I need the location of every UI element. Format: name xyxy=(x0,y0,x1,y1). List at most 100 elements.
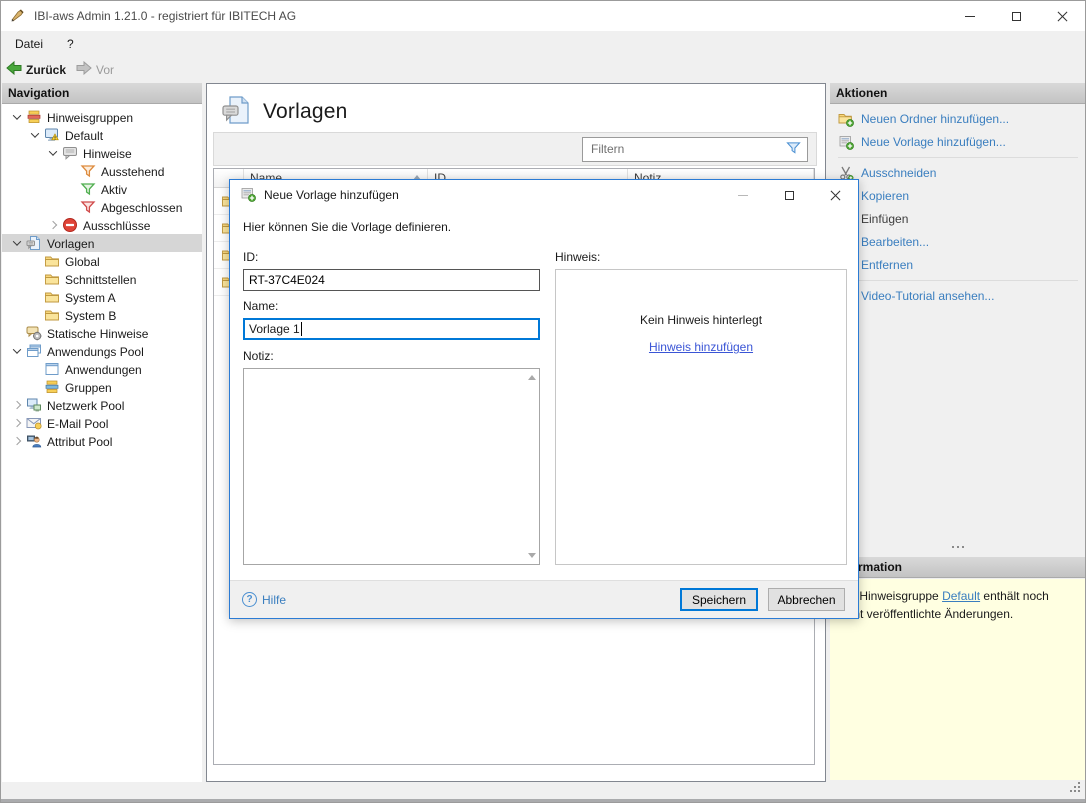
scroll-up-icon[interactable] xyxy=(528,375,536,380)
default-group-link[interactable]: Default xyxy=(942,589,980,603)
funnel-red-icon xyxy=(80,199,96,215)
id-input[interactable] xyxy=(243,269,540,291)
nav-item-ausstehend[interactable]: Ausstehend xyxy=(2,162,202,180)
dialog-maximize-button[interactable] xyxy=(766,180,812,210)
nav-item-hinweisgruppen[interactable]: Hinweisgruppen xyxy=(2,108,202,126)
window-title: IBI-aws Admin 1.21.0 - registriert für I… xyxy=(34,9,296,23)
nav-item-netzwerk-pool[interactable]: Netzwerk Pool xyxy=(2,396,202,414)
navigation-panel: Navigation Hinweisgruppen Default Hinwei… xyxy=(2,83,202,782)
speech-bubble-icon xyxy=(62,145,78,161)
chevron-right-icon[interactable] xyxy=(8,438,26,444)
nav-item-aktiv[interactable]: Aktiv xyxy=(2,180,202,198)
chevron-down-icon[interactable] xyxy=(8,348,26,354)
back-button[interactable]: Zurück xyxy=(1,59,71,80)
information-header: Information xyxy=(830,557,1086,578)
chevron-right-icon[interactable] xyxy=(8,402,26,408)
dialog-close-button[interactable] xyxy=(812,180,858,210)
windows-two-icon xyxy=(26,343,42,359)
filter-input[interactable] xyxy=(583,142,786,156)
window-one-icon xyxy=(44,361,60,377)
nav-item-schnittstellen[interactable]: Schnittstellen xyxy=(2,270,202,288)
dialog-title-bar[interactable]: Neue Vorlage hinzufügen xyxy=(230,180,858,210)
scroll-down-icon[interactable] xyxy=(528,553,536,558)
minus-circle-icon xyxy=(62,217,78,233)
nav-item-vorlagen[interactable]: Vorlagen xyxy=(2,234,202,252)
vorlagen-page-icon xyxy=(221,94,253,129)
template-add-icon xyxy=(240,186,256,205)
action-copy[interactable]: Kopieren xyxy=(830,184,1086,207)
nav-item-anwendungs-pool[interactable]: Anwendungs Pool xyxy=(2,342,202,360)
help-link[interactable]: ? Hilfe xyxy=(242,592,286,607)
nav-item-abgeschlossen[interactable]: Abgeschlossen xyxy=(2,198,202,216)
action-new-template[interactable]: Neue Vorlage hinzufügen... xyxy=(830,130,1086,153)
filter-field[interactable] xyxy=(582,137,808,162)
name-input[interactable]: Vorlage 1 xyxy=(243,318,540,340)
actions-header: Aktionen xyxy=(830,83,1086,104)
filter-funnel-icon[interactable] xyxy=(786,141,801,158)
bubble-gear-icon xyxy=(26,325,42,341)
folder-icon xyxy=(44,253,60,269)
navigation-tree: Hinweisgruppen Default Hinweise Ausstehe… xyxy=(2,104,202,450)
hinweis-empty-text: Kein Hinweis hinterlegt xyxy=(556,313,846,327)
chevron-down-icon[interactable] xyxy=(8,114,26,120)
window-close-button[interactable] xyxy=(1039,1,1085,31)
forward-button[interactable]: Vor xyxy=(71,59,119,80)
panel-splitter[interactable] xyxy=(830,546,1086,548)
resize-grip[interactable] xyxy=(1069,781,1082,797)
arrow-right-icon xyxy=(76,61,92,78)
action-cut[interactable]: Ausschneiden xyxy=(830,161,1086,184)
dialog-title: Neue Vorlage hinzufügen xyxy=(264,188,399,202)
nav-item-default[interactable]: Default xyxy=(2,126,202,144)
actions-separator xyxy=(838,157,1078,158)
window-maximize-button[interactable] xyxy=(993,1,1039,31)
menu-item-help[interactable]: ? xyxy=(57,33,84,55)
monitor-network-icon xyxy=(26,397,42,413)
notiz-label: Notiz: xyxy=(243,349,274,363)
notiz-textarea[interactable] xyxy=(243,368,540,565)
nav-item-hinweise[interactable]: Hinweise xyxy=(2,144,202,162)
nav-item-anwendungen[interactable]: Anwendungen xyxy=(2,360,202,378)
back-label: Zurück xyxy=(26,63,66,77)
person-computer-icon xyxy=(26,433,42,449)
funnel-orange-icon xyxy=(80,163,96,179)
group-stack-icon xyxy=(44,379,60,395)
nav-item-system-b[interactable]: System B xyxy=(2,306,202,324)
chevron-down-icon[interactable] xyxy=(44,150,62,156)
nav-item-statische-hinweise[interactable]: Statische Hinweise xyxy=(2,324,202,342)
actions-separator xyxy=(838,280,1078,281)
page-title: Vorlagen xyxy=(263,100,348,124)
cancel-button[interactable]: Abbrechen xyxy=(768,588,845,611)
nav-item-attribut-pool[interactable]: Attribut Pool xyxy=(2,432,202,450)
chevron-right-icon[interactable] xyxy=(44,222,62,228)
chevron-down-icon[interactable] xyxy=(26,132,44,138)
template-page-icon xyxy=(26,235,42,251)
add-hinweis-link[interactable]: Hinweis hinzufügen xyxy=(649,340,753,354)
nav-item-ausschluesse[interactable]: Ausschlüsse xyxy=(2,216,202,234)
template-add-icon xyxy=(838,134,854,150)
group-stack-icon xyxy=(26,109,42,125)
action-new-folder[interactable]: Neuen Ordner hinzufügen... xyxy=(830,107,1086,130)
text-caret xyxy=(301,322,302,336)
chevron-right-icon[interactable] xyxy=(8,420,26,426)
action-paste[interactable]: Einfügen xyxy=(830,207,1086,230)
actions-panel: Aktionen Neuen Ordner hinzufügen... Neue… xyxy=(830,83,1086,782)
dialog-footer: ? Hilfe Speichern Abbrechen xyxy=(230,580,858,618)
nav-item-gruppen[interactable]: Gruppen xyxy=(2,378,202,396)
dialog-subtitle: Hier können Sie die Vorlage definieren. xyxy=(243,220,451,234)
nav-item-system-a[interactable]: System A xyxy=(2,288,202,306)
app-window: IBI-aws Admin 1.21.0 - registriert für I… xyxy=(0,0,1086,803)
nav-item-global[interactable]: Global xyxy=(2,252,202,270)
information-message: Die Hinweisgruppe Default enthält noch n… xyxy=(830,579,1085,780)
name-label: Name: xyxy=(243,299,278,313)
save-button[interactable]: Speichern xyxy=(680,588,758,611)
nav-toolbar: Zurück Vor xyxy=(1,57,1085,82)
menu-item-datei[interactable]: Datei xyxy=(5,33,53,55)
action-edit[interactable]: Bearbeiten... xyxy=(830,230,1086,253)
action-remove[interactable]: Entfernen xyxy=(830,253,1086,276)
action-video-tutorial[interactable]: Video-Tutorial ansehen... xyxy=(830,284,1086,307)
chevron-down-icon[interactable] xyxy=(8,240,26,246)
window-minimize-button[interactable] xyxy=(947,1,993,31)
nav-item-email-pool[interactable]: E-Mail Pool xyxy=(2,414,202,432)
forward-label: Vor xyxy=(96,63,114,77)
hinweis-label: Hinweis: xyxy=(555,250,600,264)
